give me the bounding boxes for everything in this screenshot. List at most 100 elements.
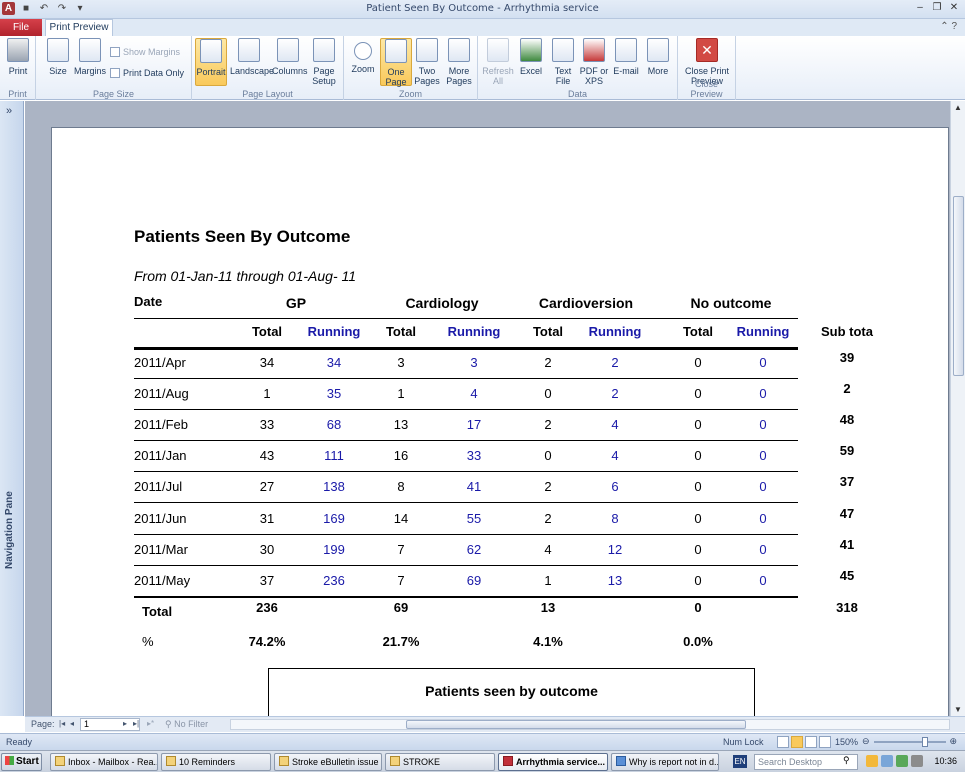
- language-indicator[interactable]: EN: [733, 755, 747, 768]
- show-margins-checkbox[interactable]: Show Margins: [110, 47, 180, 57]
- taskbar-item-reminders[interactable]: 10 Reminders: [161, 753, 271, 771]
- no-filter-indicator[interactable]: ⚲ No Filter: [165, 719, 208, 730]
- layout-view-icon[interactable]: [805, 736, 817, 748]
- magnifier-icon: [354, 42, 372, 60]
- restore-icon[interactable]: ❐: [930, 1, 944, 15]
- table-cell-cardioversion-total: 2: [544, 510, 552, 526]
- navigation-pane[interactable]: » Navigation Pane: [0, 101, 24, 716]
- row-divider: [134, 564, 798, 566]
- row-date: 2011/Apr: [134, 355, 186, 370]
- design-view-icon[interactable]: [819, 736, 831, 748]
- table-cell-gp-total: 30: [259, 541, 275, 557]
- print-data-only-checkbox[interactable]: Print Data Only: [110, 68, 184, 78]
- more-export-button[interactable]: More: [642, 38, 674, 86]
- table-cell-gp-running: 111: [324, 448, 344, 464]
- table-cell-cardioversion-running: 2: [611, 386, 619, 402]
- table-cell-no-outcome-total: 0: [694, 355, 702, 370]
- table-cell-no-outcome-running: 0: [759, 541, 767, 557]
- email-icon: [615, 38, 637, 62]
- horizontal-scroll-thumb[interactable]: [406, 720, 746, 729]
- row-subtotal: 47: [839, 505, 855, 521]
- group-data: Refresh All Excel Text File PDF or XPS E…: [478, 36, 678, 100]
- table-cell-cardiology-total: 16: [393, 448, 409, 464]
- table-cell-cardiology-total: 7: [397, 541, 405, 557]
- zoom-slider[interactable]: ⊖ ⊕: [862, 736, 957, 747]
- pdf-xps-button[interactable]: PDF or XPS: [578, 38, 610, 86]
- subheader-cardiology-running: Running: [447, 324, 501, 339]
- columns-button[interactable]: Columns: [272, 38, 308, 86]
- group-header-no-outcome: No outcome: [690, 295, 772, 311]
- report-view-icon[interactable]: [777, 736, 789, 748]
- next-page-icon[interactable]: ▸: [123, 719, 127, 728]
- print-data-only-box: [110, 68, 120, 78]
- row-date: 2011/May: [134, 572, 191, 588]
- print-preview-view-icon[interactable]: [791, 736, 803, 748]
- zoom-button[interactable]: Zoom: [347, 38, 379, 86]
- zoom-out-icon[interactable]: ⊖: [862, 736, 870, 747]
- ribbon-minimize-help-icons[interactable]: ⌃ ?: [940, 21, 957, 32]
- table-cell-cardiology-total: 3: [397, 355, 405, 370]
- first-page-icon[interactable]: |◂: [59, 719, 65, 728]
- zoom-in-icon[interactable]: ⊕: [950, 736, 958, 747]
- tray-app-icon[interactable]: [866, 755, 878, 767]
- landscape-icon: [238, 38, 260, 62]
- vertical-scrollbar[interactable]: ▲ ▼: [950, 101, 965, 716]
- zoom-slider-track[interactable]: [873, 736, 946, 747]
- refresh-all-button[interactable]: Refresh All: [482, 38, 514, 86]
- margins-button[interactable]: Margins: [74, 38, 106, 86]
- page-setup-button[interactable]: Page Setup: [308, 38, 340, 86]
- page-setup-icon: [313, 38, 335, 62]
- group-close-preview: ✕ Close Print Preview Close Preview: [678, 36, 736, 100]
- table-cell-cardioversion-total: 4: [544, 541, 552, 557]
- row-date: 2011/Jun: [134, 510, 187, 526]
- minimize-icon[interactable]: –: [913, 1, 927, 15]
- total-cardioversion: 13: [540, 600, 556, 615]
- tray-security-icon[interactable]: [896, 755, 908, 767]
- horizontal-scrollbar[interactable]: [230, 719, 950, 730]
- scroll-up-icon[interactable]: ▲: [954, 103, 962, 112]
- start-button[interactable]: Start: [1, 753, 42, 771]
- taskbar-item-stroke-ebulletin[interactable]: Stroke eBulletin issue ...: [274, 753, 382, 771]
- search-icon[interactable]: ⚲: [843, 755, 850, 766]
- grand-total: 318: [836, 600, 858, 615]
- zoom-slider-knob[interactable]: [921, 736, 928, 747]
- vertical-scroll-thumb[interactable]: [953, 196, 964, 376]
- more-pages-button[interactable]: More Pages: [443, 38, 475, 86]
- taskbar-item-arrhythmia[interactable]: Arrhythmia service...: [498, 753, 608, 771]
- taskbar-item-outlook[interactable]: Inbox - Mailbox - Rea...: [50, 753, 158, 771]
- browser-icon: [616, 756, 626, 766]
- text-file-button[interactable]: Text File: [547, 38, 579, 86]
- tab-print-preview[interactable]: Print Preview: [45, 19, 113, 36]
- taskbar-item-browser[interactable]: Why is report not in d...: [611, 753, 719, 771]
- group-print: Print Print: [0, 36, 36, 100]
- portrait-button-label: Portrait: [196, 67, 226, 77]
- table-cell-gp-running: 169: [323, 510, 345, 526]
- landscape-button[interactable]: Landscape: [230, 38, 274, 86]
- close-icon[interactable]: ✕: [947, 1, 961, 15]
- email-message-icon: [279, 756, 289, 766]
- tray-volume-icon[interactable]: [911, 755, 923, 767]
- tab-file[interactable]: File: [0, 19, 42, 36]
- group-header-cardioversion: Cardioversion: [538, 295, 634, 311]
- last-page-icon[interactable]: ▸|: [133, 719, 139, 728]
- table-cell-cardiology-running: 3: [470, 355, 478, 370]
- one-page-icon: [385, 39, 407, 63]
- taskbar-item-stroke-folder[interactable]: STROKE: [385, 753, 495, 771]
- new-record-icon[interactable]: ▸*: [147, 719, 154, 728]
- print-button[interactable]: Print: [2, 38, 34, 86]
- prev-page-icon[interactable]: ◂: [70, 719, 74, 728]
- portrait-button[interactable]: Portrait: [195, 38, 227, 86]
- system-tray-icons: [866, 755, 923, 767]
- excel-button[interactable]: Excel: [515, 38, 547, 86]
- table-cell-cardiology-total: 13: [393, 417, 409, 433]
- page-number-input[interactable]: 1: [80, 718, 140, 731]
- table-cell-no-outcome-total: 0: [694, 479, 702, 495]
- table-cell-no-outcome-total: 0: [694, 386, 702, 402]
- one-page-button[interactable]: One Page: [380, 38, 412, 87]
- expand-chevron-icon[interactable]: »: [6, 105, 12, 117]
- size-button[interactable]: Size: [42, 38, 74, 86]
- tray-network-icon[interactable]: [881, 755, 893, 767]
- two-pages-button[interactable]: Two Pages: [411, 38, 443, 86]
- scroll-down-icon[interactable]: ▼: [954, 705, 962, 714]
- email-button[interactable]: E-mail: [610, 38, 642, 86]
